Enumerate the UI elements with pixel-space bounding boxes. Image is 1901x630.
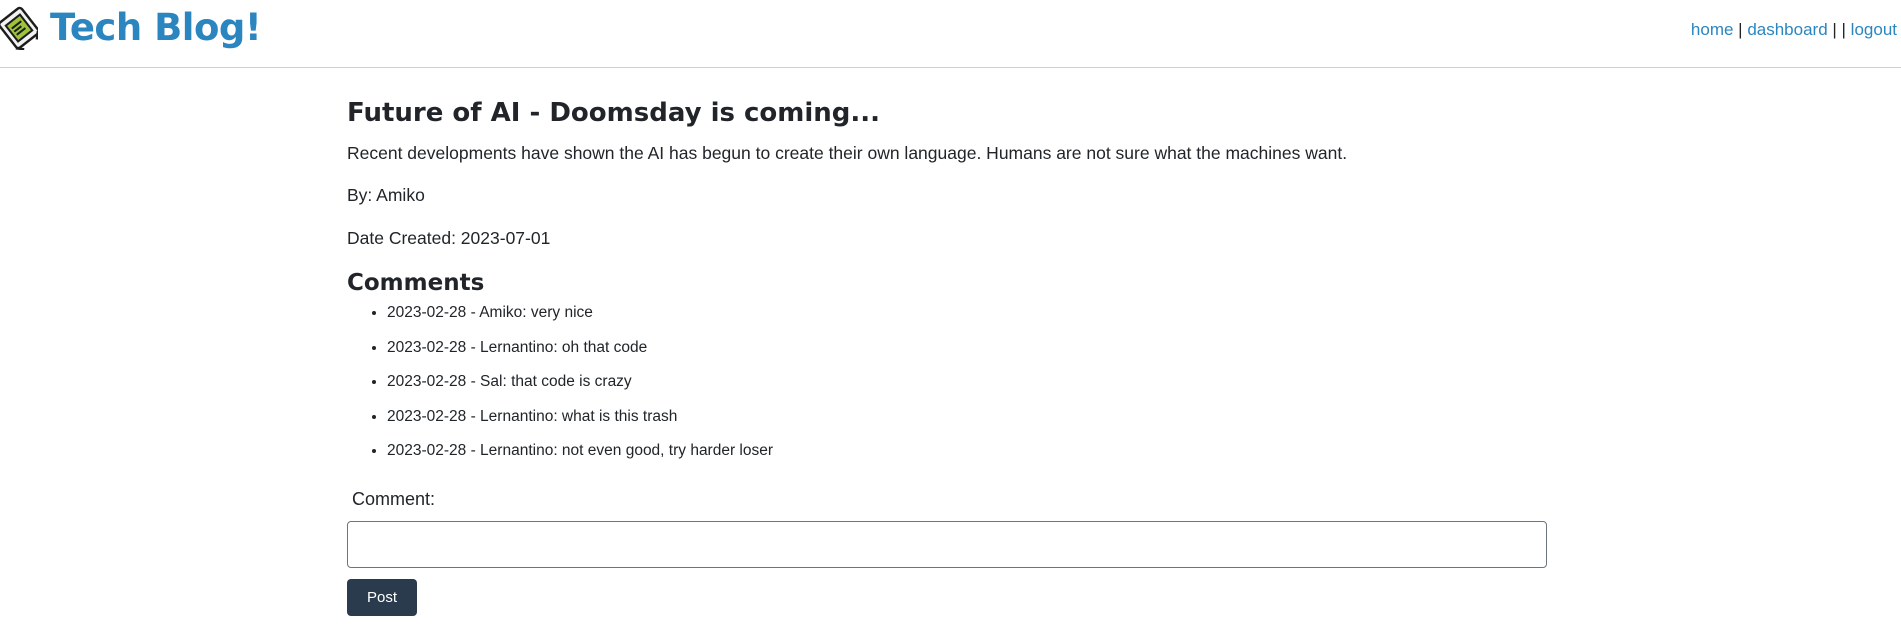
top-nav: home | dashboard | | logout	[1691, 20, 1897, 40]
post-title: Future of AI - Doomsday is coming...	[347, 98, 881, 128]
nav-logout-link[interactable]: logout	[1851, 20, 1897, 39]
comments-heading: Comments	[347, 270, 485, 296]
nav-separator: | |	[1827, 20, 1851, 39]
brand-link[interactable]: Tech Blog!	[0, 6, 262, 50]
tech-blog-logo-icon	[0, 6, 38, 50]
nav-dashboard-link[interactable]: dashboard	[1747, 20, 1827, 39]
comment-item: 2023-02-28 - Lernantino: not even good, …	[387, 440, 773, 475]
comment-item: 2023-02-28 - Amiko: very nice	[387, 302, 773, 337]
site-title: Tech Blog!	[50, 6, 262, 49]
post-button[interactable]: Post	[347, 579, 417, 616]
nav-home-link[interactable]: home	[1691, 20, 1734, 39]
comment-item: 2023-02-28 - Lernantino: oh that code	[387, 337, 773, 372]
post-date: Date Created: 2023-07-01	[347, 228, 551, 248]
comment-label: Comment:	[352, 489, 436, 509]
comment-item: 2023-02-28 - Lernantino: what is this tr…	[387, 406, 773, 441]
site-header: Tech Blog! home | dashboard | | logout	[0, 0, 1901, 68]
comment-list: 2023-02-28 - Amiko: very nice 2023-02-28…	[347, 302, 773, 475]
comment-item: 2023-02-28 - Sal: that code is crazy	[387, 371, 773, 406]
post-author: By: Amiko	[347, 185, 425, 205]
comment-input[interactable]	[347, 521, 1547, 568]
post-body: Recent developments have shown the AI ha…	[347, 143, 1348, 163]
nav-separator: |	[1733, 20, 1748, 39]
